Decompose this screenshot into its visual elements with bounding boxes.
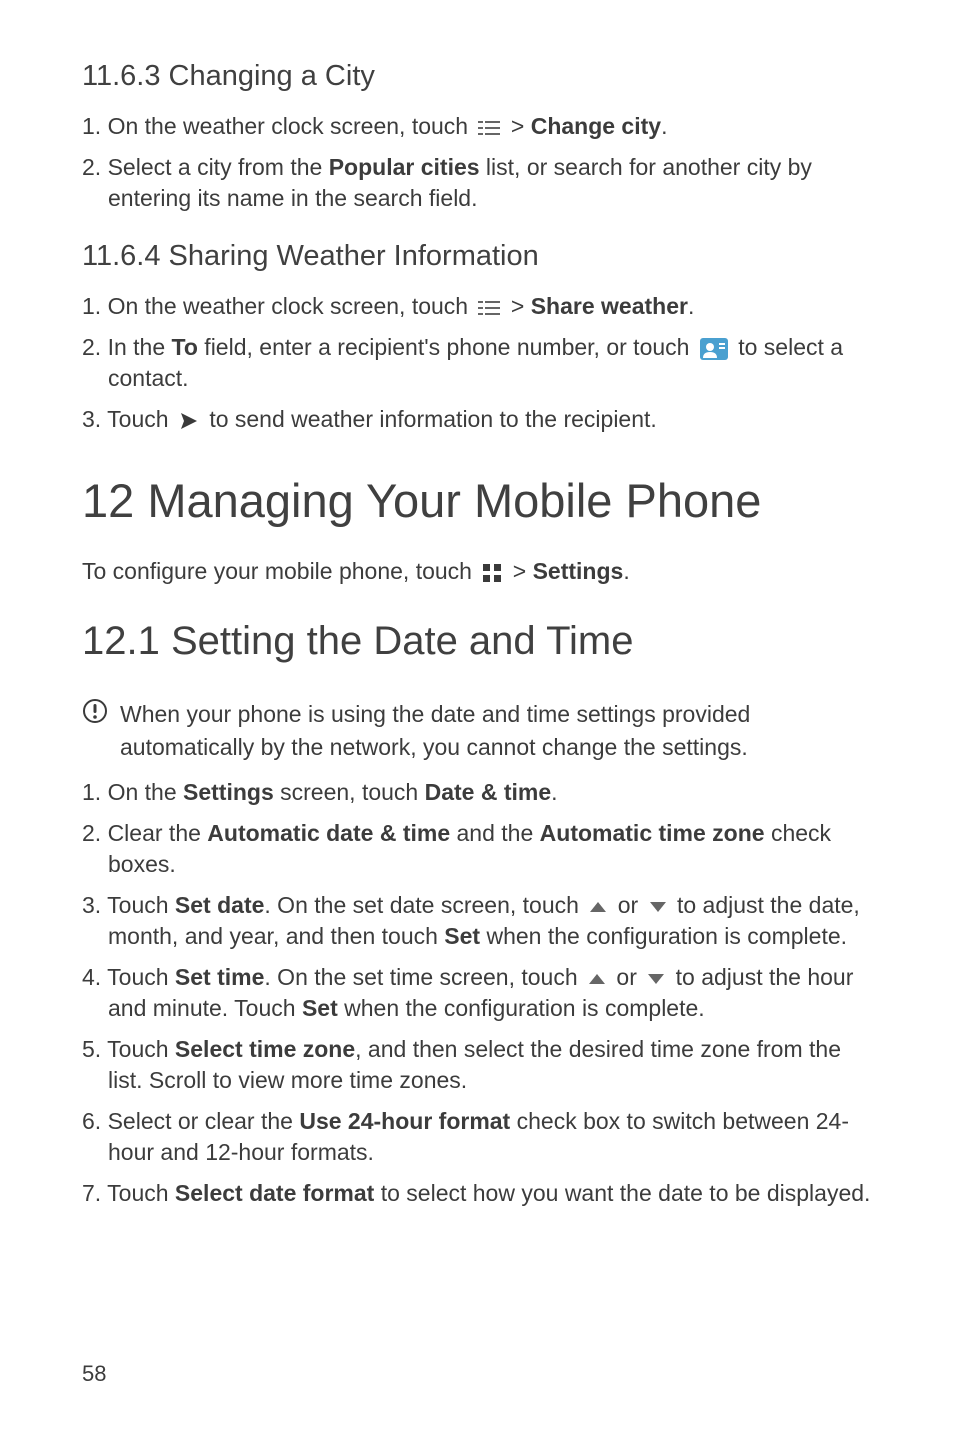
bold-text: Date & time bbox=[425, 779, 552, 805]
bold-text: Select date format bbox=[175, 1180, 374, 1206]
step-12-1-7: 7. Touch Select date format to select ho… bbox=[82, 1178, 872, 1209]
bold-text: Use 24-hour format bbox=[299, 1108, 510, 1134]
heading-11-6-4: 11.6.4 Sharing Weather Information bbox=[82, 240, 872, 273]
text: 2. In the bbox=[82, 334, 172, 360]
apps-grid-icon bbox=[482, 563, 502, 583]
triangle-down-icon bbox=[649, 901, 667, 913]
text: when the configuration is complete. bbox=[480, 923, 847, 949]
bold-text: Select time zone bbox=[175, 1036, 355, 1062]
text: 1. On the bbox=[82, 779, 183, 805]
bold-text: Settings bbox=[183, 779, 274, 805]
bold-text: Change city bbox=[531, 113, 661, 139]
page-number: 58 bbox=[82, 1361, 106, 1387]
text: . bbox=[623, 558, 629, 584]
step-11-6-3-1: 1. On the weather clock screen, touch > … bbox=[82, 111, 872, 142]
triangle-down-icon bbox=[647, 973, 665, 985]
bold-text: Popular cities bbox=[329, 154, 480, 180]
text: to send weather information to the recip… bbox=[209, 406, 656, 432]
text: 2. Clear the bbox=[82, 820, 207, 846]
bold-text: Set date bbox=[175, 892, 264, 918]
bold-text: Set time bbox=[175, 964, 264, 990]
text: screen, touch bbox=[274, 779, 425, 805]
text: field, enter a recipient's phone number,… bbox=[198, 334, 696, 360]
text: 1. On the weather clock screen, touch bbox=[82, 293, 474, 319]
text: to select how you want the date to be di… bbox=[374, 1180, 870, 1206]
step-12-1-2: 2. Clear the Automatic date & time and t… bbox=[82, 818, 872, 880]
note-row: When your phone is using the date and ti… bbox=[82, 698, 872, 762]
text: 5. Touch bbox=[82, 1036, 175, 1062]
text: . bbox=[661, 113, 667, 139]
bold-text: Settings bbox=[533, 558, 624, 584]
bold-text: Set bbox=[444, 923, 480, 949]
step-11-6-4-1: 1. On the weather clock screen, touch > … bbox=[82, 291, 872, 322]
bold-text: Share weather bbox=[531, 293, 688, 319]
step-12-1-3: 3. Touch Set date. On the set date scree… bbox=[82, 890, 872, 952]
text: 7. Touch bbox=[82, 1180, 175, 1206]
text: 3. Touch bbox=[82, 406, 175, 432]
text: 2. Select a city from the bbox=[82, 154, 329, 180]
text: > bbox=[511, 113, 531, 139]
text: and the bbox=[450, 820, 540, 846]
text: 6. Select or clear the bbox=[82, 1108, 299, 1134]
text: . bbox=[688, 293, 694, 319]
triangle-up-icon bbox=[588, 973, 606, 985]
bold-text: To bbox=[172, 334, 198, 360]
step-12-1-6: 6. Select or clear the Use 24-hour forma… bbox=[82, 1106, 872, 1168]
triangle-up-icon bbox=[589, 901, 607, 913]
heading-12-1: 12.1 Setting the Date and Time bbox=[82, 619, 872, 664]
step-12-1-1: 1. On the Settings screen, touch Date & … bbox=[82, 777, 872, 808]
note-text: When your phone is using the date and ti… bbox=[120, 698, 872, 762]
text: 1. On the weather clock screen, touch bbox=[82, 113, 474, 139]
caution-icon bbox=[82, 698, 108, 724]
heading-chapter-12: 12 Managing Your Mobile Phone bbox=[82, 473, 872, 528]
text: or bbox=[616, 964, 643, 990]
menu-icon bbox=[478, 120, 500, 136]
contact-icon bbox=[700, 338, 728, 360]
text: 4. Touch bbox=[82, 964, 175, 990]
step-12-1-5: 5. Touch Select time zone, and then sele… bbox=[82, 1034, 872, 1096]
text: . bbox=[551, 779, 557, 805]
step-11-6-4-2: 2. In the To field, enter a recipient's … bbox=[82, 332, 872, 394]
chapter-12-intro: To configure your mobile phone, touch > … bbox=[82, 556, 872, 587]
send-icon bbox=[179, 411, 199, 431]
text: . On the set date screen, touch bbox=[264, 892, 585, 918]
step-11-6-3-2: 2. Select a city from the Popular cities… bbox=[82, 152, 872, 214]
text: To configure your mobile phone, touch bbox=[82, 558, 478, 584]
text: or bbox=[618, 892, 645, 918]
step-12-1-4: 4. Touch Set time. On the set time scree… bbox=[82, 962, 872, 1024]
text: 3. Touch bbox=[82, 892, 175, 918]
text: > bbox=[513, 558, 533, 584]
text: when the configuration is complete. bbox=[338, 995, 705, 1021]
bold-text: Automatic time zone bbox=[540, 820, 765, 846]
text: > bbox=[511, 293, 531, 319]
text: . On the set time screen, touch bbox=[264, 964, 584, 990]
heading-11-6-3: 11.6.3 Changing a City bbox=[82, 60, 872, 93]
bold-text: Set bbox=[302, 995, 338, 1021]
step-11-6-4-3: 3. Touch to send weather information to … bbox=[82, 404, 872, 435]
bold-text: Automatic date & time bbox=[207, 820, 450, 846]
menu-icon bbox=[478, 300, 500, 316]
